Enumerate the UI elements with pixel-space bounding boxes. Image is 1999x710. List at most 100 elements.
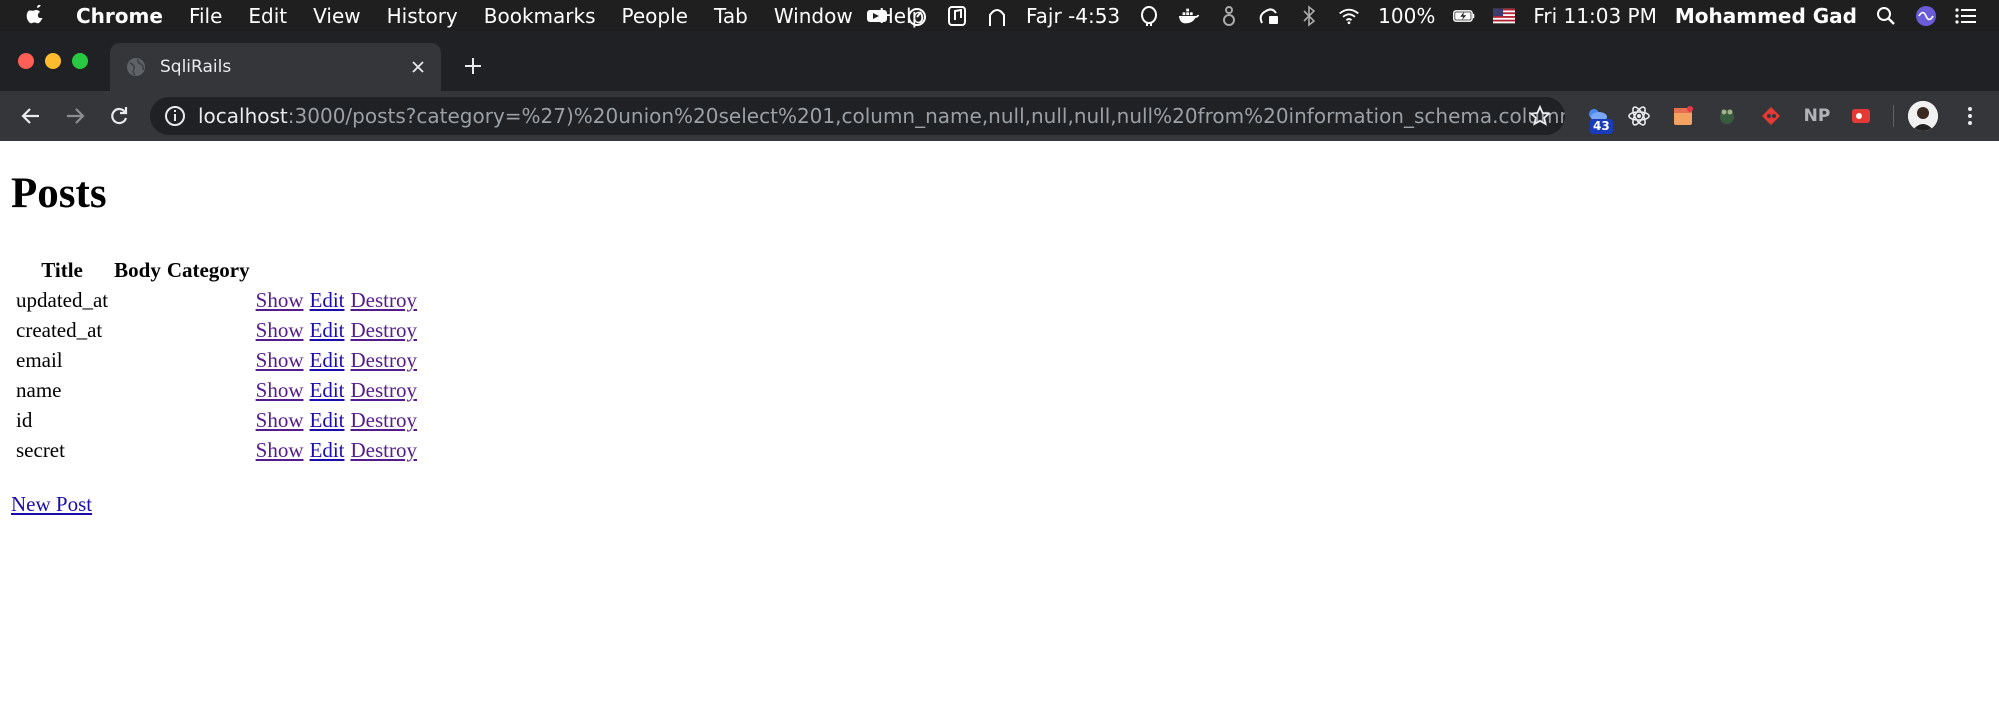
- clock[interactable]: Fri 11:03 PM: [1533, 4, 1657, 28]
- docker-icon[interactable]: [1178, 5, 1200, 27]
- show-link[interactable]: Show: [256, 348, 304, 372]
- table-row: email Show Edit Destroy: [15, 346, 418, 374]
- menu-file[interactable]: File: [189, 4, 222, 28]
- edit-link[interactable]: Edit: [310, 378, 345, 402]
- post-title: secret: [16, 437, 65, 462]
- show-link[interactable]: Show: [256, 408, 304, 432]
- url-path: :3000/posts?category=%27)%20union%20sele…: [287, 104, 1565, 128]
- edit-link[interactable]: Edit: [310, 318, 345, 342]
- window-close-button[interactable]: [18, 53, 34, 69]
- status-area: Fajr -4:53 100% Fri 11:03 PM Mohammed Ga…: [866, 0, 1977, 31]
- tab-sqlirails[interactable]: SqliRails: [110, 43, 441, 91]
- macos-menu-bar: Chrome File Edit View History Bookmarks …: [0, 0, 1999, 31]
- destroy-link[interactable]: Destroy: [351, 348, 418, 372]
- postgres-elephant-icon[interactable]: [1138, 5, 1160, 27]
- apple-icon[interactable]: [26, 4, 54, 27]
- post-category: [166, 316, 251, 344]
- post-category: [166, 376, 251, 404]
- tab-strip: SqliRails: [0, 31, 1999, 91]
- zoom-video-icon[interactable]: [866, 5, 888, 27]
- menu-edit[interactable]: Edit: [248, 4, 287, 28]
- edit-link[interactable]: Edit: [310, 408, 345, 432]
- site-info-icon[interactable]: [164, 105, 186, 127]
- back-arrow-icon[interactable]: [16, 101, 46, 131]
- column-title: Title: [41, 257, 83, 282]
- table-row: secret Show Edit Destroy: [15, 436, 418, 464]
- post-body: [113, 316, 162, 344]
- posts-table: Title Body Category updated_at Show Edit…: [11, 254, 422, 466]
- timer-icon[interactable]: [906, 5, 928, 27]
- menu-history[interactable]: History: [387, 4, 458, 28]
- tab-close-icon[interactable]: [405, 54, 431, 80]
- extension-frog-icon[interactable]: [1714, 103, 1740, 129]
- edit-link[interactable]: Edit: [310, 288, 345, 312]
- menu-bookmarks[interactable]: Bookmarks: [484, 4, 596, 28]
- show-link[interactable]: Show: [256, 288, 304, 312]
- post-body: [113, 376, 162, 404]
- spotlight-search-icon[interactable]: [1875, 5, 1897, 27]
- extension-calendar-icon[interactable]: [1670, 103, 1696, 129]
- post-body: [113, 346, 162, 374]
- prayer-time[interactable]: Fajr -4:53: [1026, 4, 1120, 28]
- extension-git-icon[interactable]: [1758, 103, 1784, 129]
- mosque-icon[interactable]: [986, 5, 1008, 27]
- address-bar[interactable]: localhost:3000/posts?category=%27)%20uni…: [150, 97, 1565, 135]
- vpn-lock-icon[interactable]: [1258, 5, 1280, 27]
- post-body: [113, 286, 162, 314]
- post-body: [113, 406, 162, 434]
- extension-np-icon[interactable]: NP: [1802, 103, 1832, 129]
- post-title: id: [16, 407, 33, 432]
- forward-arrow-icon[interactable]: [60, 101, 90, 131]
- music-icon[interactable]: [946, 5, 968, 27]
- toolbar-divider: [1893, 105, 1894, 127]
- destroy-link[interactable]: Destroy: [351, 408, 418, 432]
- table-row: created_at Show Edit Destroy: [15, 316, 418, 344]
- menu-people[interactable]: People: [622, 4, 688, 28]
- destroy-link[interactable]: Destroy: [351, 288, 418, 312]
- chrome-menu-icon[interactable]: [1955, 101, 1985, 131]
- new-post-link[interactable]: New Post: [11, 492, 92, 517]
- extension-badge-count: 43: [1590, 119, 1613, 134]
- post-category: [166, 436, 251, 464]
- battery-charging-icon[interactable]: [1453, 5, 1475, 27]
- table-row: updated_at Show Edit Destroy: [15, 286, 418, 314]
- destroy-link[interactable]: Destroy: [351, 378, 418, 402]
- extension-red-icon[interactable]: [1848, 103, 1874, 129]
- page-title: Posts: [11, 170, 107, 217]
- menu-view[interactable]: View: [313, 4, 360, 28]
- window-zoom-button[interactable]: [72, 53, 88, 69]
- destroy-link[interactable]: Destroy: [351, 438, 418, 462]
- notification-center-icon[interactable]: [1955, 5, 1977, 27]
- post-title: name: [16, 377, 62, 402]
- profile-avatar[interactable]: [1908, 101, 1938, 131]
- bluetooth-icon[interactable]: [1298, 4, 1320, 27]
- beaker-icon[interactable]: [1218, 5, 1240, 27]
- post-category: [166, 406, 251, 434]
- show-link[interactable]: Show: [256, 438, 304, 462]
- column-category: Category: [166, 257, 250, 282]
- show-link[interactable]: Show: [256, 318, 304, 342]
- table-header-row: Title Body Category: [15, 256, 418, 284]
- post-category: [166, 286, 251, 314]
- reload-icon[interactable]: [104, 101, 134, 131]
- window-minimize-button[interactable]: [45, 53, 61, 69]
- destroy-link[interactable]: Destroy: [351, 318, 418, 342]
- us-flag-icon[interactable]: [1493, 5, 1516, 27]
- menu-window[interactable]: Window: [774, 4, 853, 28]
- post-body: [113, 436, 162, 464]
- new-tab-plus-icon[interactable]: [458, 51, 488, 81]
- wifi-icon[interactable]: [1338, 5, 1360, 27]
- table-row: name Show Edit Destroy: [15, 376, 418, 404]
- battery-percentage[interactable]: 100%: [1378, 4, 1435, 28]
- user-name[interactable]: Mohammed Gad: [1675, 4, 1857, 28]
- edit-link[interactable]: Edit: [310, 348, 345, 372]
- menu-app-name[interactable]: Chrome: [76, 4, 163, 28]
- post-title: email: [16, 347, 63, 372]
- edit-link[interactable]: Edit: [310, 438, 345, 462]
- siri-icon[interactable]: [1915, 5, 1937, 27]
- menu-tab[interactable]: Tab: [714, 4, 748, 28]
- react-devtools-icon[interactable]: [1626, 103, 1652, 129]
- show-link[interactable]: Show: [256, 378, 304, 402]
- bookmark-star-icon[interactable]: [1528, 104, 1552, 127]
- url-host: localhost: [198, 104, 288, 128]
